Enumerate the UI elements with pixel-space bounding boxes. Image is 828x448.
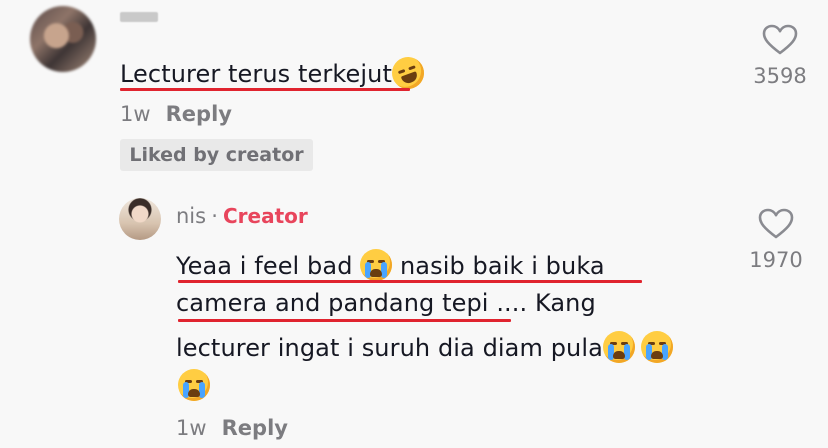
replier-username[interactable]: nis — [176, 204, 206, 228]
like-count: 3598 — [753, 64, 807, 88]
heart-icon[interactable] — [758, 208, 794, 240]
crying-emoji-icon — [178, 369, 210, 401]
reply-button[interactable]: Reply — [166, 102, 232, 126]
reply-line-2: camera and pandang tepi .... Kang — [176, 289, 596, 317]
crying-emoji-icon — [602, 331, 635, 363]
reply-text-3: lecturer ingat i suruh dia diam pula — [176, 334, 603, 362]
separator-dot: · — [211, 204, 218, 228]
reply-text-1a: Yeaa i feel bad — [176, 252, 353, 280]
comment-text-body: Lecturer terus terkejut — [120, 60, 392, 88]
creator-label: Creator — [222, 204, 308, 228]
reply-button[interactable]: Reply — [222, 416, 288, 440]
replier-avatar[interactable] — [119, 198, 161, 240]
comment-underline — [120, 88, 410, 91]
like-button[interactable] — [762, 24, 798, 60]
reply-text-1b: nasib baik i buka — [400, 252, 605, 280]
reply-underline-2 — [178, 319, 511, 322]
reply-underline-1 — [178, 280, 642, 283]
reply-line-1: Yeaa i feel bad nasib baik i buka — [176, 249, 605, 281]
reply-like-button[interactable] — [758, 208, 794, 244]
crying-emoji-icon — [640, 331, 673, 363]
reply-text-2a: camera and pandang tepi — [176, 289, 489, 317]
reply-like-count: 1970 — [749, 248, 803, 272]
liked-by-creator-badge: Liked by creator — [120, 139, 313, 171]
crying-emoji-icon — [360, 249, 393, 281]
reply-header: nis · Creator — [176, 204, 308, 228]
commenter-avatar[interactable] — [30, 6, 96, 72]
commenter-username[interactable] — [120, 12, 158, 22]
reply-text-2b: .... Kang — [496, 289, 596, 317]
comment-meta: 1w Reply — [120, 102, 232, 126]
reply-line-4 — [178, 369, 210, 401]
reply-timestamp: 1w — [176, 416, 207, 440]
reply-line-3: lecturer ingat i suruh dia diam pula — [176, 331, 673, 363]
reply-meta: 1w Reply — [176, 416, 288, 440]
comment-timestamp: 1w — [120, 102, 151, 126]
comment-text: Lecturer terus terkejut — [120, 52, 429, 94]
heart-icon[interactable] — [762, 24, 798, 56]
